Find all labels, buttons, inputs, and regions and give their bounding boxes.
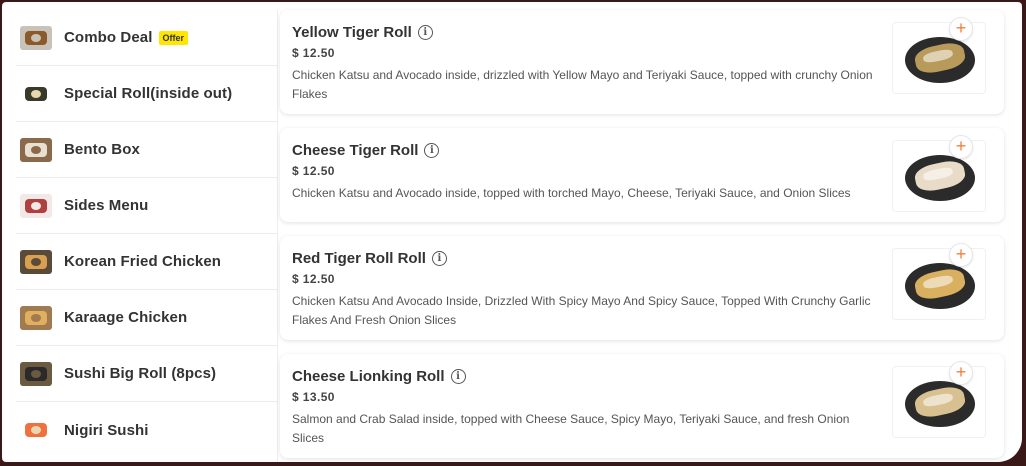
sushi-big-roll-thumbnail [20,361,52,386]
category-label: Combo Deal [64,29,153,46]
combo-deal-thumbnail [20,25,52,50]
menu-item-description: Chicken Katsu and Avocado inside, topped… [292,186,851,200]
menu-item-description: Chicken Katsu And Avocado Inside, Drizzl… [292,294,871,327]
sides-menu-thumbnail [20,193,52,218]
category-label: Bento Box [64,141,140,158]
category-label: Karaage Chicken [64,309,188,326]
category-label: Sides Menu [64,197,149,214]
karaage-chicken-thumbnail [20,305,52,330]
plus-icon[interactable]: + [949,243,973,267]
menu-item-name: Red Tiger Roll Roll [292,250,426,267]
menu-page: Combo Deal Offer Special Roll(inside out… [2,2,1022,462]
menu-item-card[interactable]: Yellow Tiger Roll i $ 12.50 Chicken Kats… [280,10,1004,114]
menu-item-image[interactable]: + [892,135,986,212]
menu-item-price: $ 12.50 [292,164,335,178]
nigiri-sushi-thumbnail [20,418,52,442]
menu-item-card[interactable]: Cheese Tiger Roll i $ 12.50 Chicken Kats… [280,128,1004,222]
menu-item-description: Salmon and Crab Salad inside, topped wit… [292,412,850,445]
menu-item-description: Chicken Katsu and Avocado inside, drizzl… [292,68,873,101]
category-label: Korean Fried Chicken [64,253,222,270]
plus-icon[interactable]: + [949,17,973,41]
plus-icon[interactable]: + [949,361,973,385]
category-korean-fried-chicken[interactable]: Korean Fried Chicken [16,234,277,290]
info-icon[interactable]: i [417,25,433,40]
info-icon[interactable]: i [450,369,466,384]
bento-box-thumbnail [20,137,52,162]
menu-item-title: Yellow Tiger Roll i [292,24,433,41]
category-label: Special Roll(inside out) [64,85,233,102]
plus-icon[interactable]: + [949,135,973,159]
category-sidebar: Combo Deal Offer Special Roll(inside out… [16,10,278,462]
category-karaage-chicken[interactable]: Karaage Chicken [16,290,277,346]
category-label: Nigiri Sushi [64,421,149,439]
menu-item-title: Cheese Tiger Roll i [292,142,440,159]
category-sides-menu[interactable]: Sides Menu [16,178,277,234]
special-roll-thumbnail [20,81,52,106]
menu-item-price: $ 13.50 [292,390,335,404]
menu-item-name: Yellow Tiger Roll [292,24,412,41]
info-icon[interactable]: i [424,143,440,158]
category-bento-box[interactable]: Bento Box [16,122,277,178]
offer-badge: Offer [158,30,189,45]
menu-item-image[interactable]: + [892,243,986,320]
menu-item-title: Red Tiger Roll Roll i [292,250,447,267]
menu-item-image[interactable]: + [892,361,986,438]
category-label: Sushi Big Roll (8pcs) [64,365,217,382]
menu-item-price: $ 12.50 [292,46,335,60]
menu-item-name: Cheese Lionking Roll [292,368,445,385]
info-icon[interactable]: i [431,251,447,266]
korean-fried-chicken-thumbnail [20,249,52,274]
menu-item-image[interactable]: + [892,17,986,94]
menu-item-card[interactable]: Red Tiger Roll Roll i $ 12.50 Chicken Ka… [280,236,1004,340]
category-combo-deal[interactable]: Combo Deal Offer [16,10,277,66]
menu-item-name: Cheese Tiger Roll [292,142,419,159]
category-nigiri-sushi[interactable]: Nigiri Sushi [16,402,277,458]
menu-item-card[interactable]: Cheese Lionking Roll i $ 13.50 Salmon an… [280,354,1004,458]
category-sushi-big-roll[interactable]: Sushi Big Roll (8pcs) [16,346,277,402]
menu-item-title: Cheese Lionking Roll i [292,368,466,385]
menu-item-price: $ 12.50 [292,272,335,286]
category-special-roll[interactable]: Special Roll(inside out) [16,66,277,122]
